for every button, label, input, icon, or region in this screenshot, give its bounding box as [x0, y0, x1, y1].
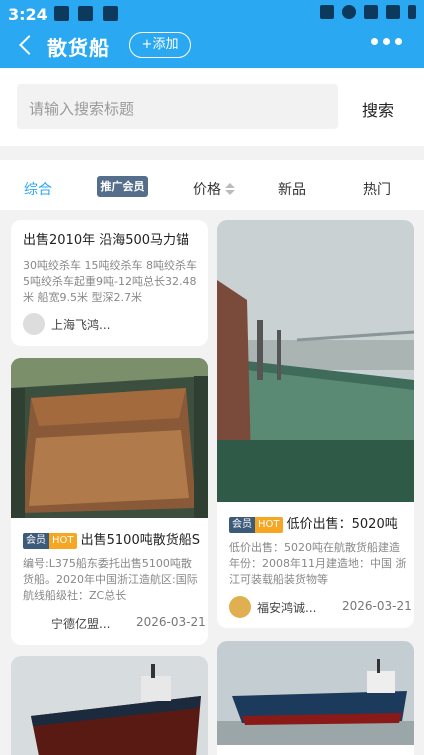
search-input[interactable]: 请输入搜索标题	[17, 84, 338, 129]
ship-photo	[217, 641, 414, 745]
sort-arrows-icon[interactable]	[225, 183, 235, 197]
tab-all[interactable]: 综合	[24, 179, 52, 199]
battery-icon	[408, 5, 416, 19]
app-header: 3:24 散货船 +添加	[0, 0, 424, 68]
listing-card[interactable]: 会员 HOT 低价出售：5020吨 低价出售：5020吨在航散货船建造年份：200…	[217, 220, 414, 628]
avatar	[23, 611, 45, 633]
listing-card[interactable]	[11, 656, 208, 755]
listing-description: 低价出售：5020吨在航散货船建造年份：2008年11月建造地：中国 浙江可装载…	[229, 541, 407, 586]
listing-title: 出售5100吨散货船S	[80, 533, 200, 548]
listing-card[interactable]: 会员 HOT 出售5100吨散货船S 编号:L375船东委托出售5100吨散货船。…	[11, 358, 208, 645]
notification-icon	[54, 6, 69, 21]
listing-date: 2026-03-21	[342, 599, 412, 613]
status-bar: 3:24	[0, 0, 424, 28]
tab-hot[interactable]: 热门	[363, 179, 391, 199]
location-icon	[342, 5, 356, 19]
avatar	[23, 313, 45, 335]
listing-title-row: 会员 HOT 出售5100吨散货船S	[23, 529, 208, 549]
search-bar: 请输入搜索标题 搜索	[0, 68, 424, 146]
ship-photo	[11, 656, 208, 755]
search-button[interactable]: 搜索	[362, 97, 394, 121]
filter-tabs: 综合 价格 新品 热门	[0, 160, 424, 210]
briefcase-icon	[320, 5, 334, 19]
nav-bar: 散货船 +添加	[0, 28, 424, 68]
status-icons	[320, 5, 416, 19]
hot-badge: HOT	[49, 532, 77, 549]
ship-photo	[217, 220, 414, 502]
back-arrow-icon[interactable]	[16, 34, 36, 58]
listing-title-row: 会员 HOT 低价出售：5020吨	[229, 513, 414, 533]
company-name: 上海飞鸿...	[51, 318, 111, 332]
tab-price[interactable]: 价格	[193, 179, 221, 199]
tab-promo-member[interactable]: 推广会员	[97, 176, 148, 197]
status-time: 3:24	[8, 5, 48, 24]
tab-new[interactable]: 新品	[278, 179, 306, 199]
more-options-icon[interactable]	[371, 38, 402, 45]
wifi-icon	[364, 5, 378, 19]
notification-icon	[103, 6, 118, 21]
listing-card[interactable]	[217, 641, 414, 755]
ship-photo	[11, 358, 208, 518]
signal-icon	[386, 5, 400, 19]
listing-description: 编号:L375船东委托出售5100吨散货船。2020年中国浙江造航区:国际航线船…	[23, 557, 198, 602]
avatar	[229, 596, 251, 618]
listing-date: 2026-03-21	[136, 615, 206, 629]
company-name: 宁德亿盟...	[51, 617, 111, 631]
notification-icon	[78, 6, 93, 21]
add-button[interactable]: +添加	[129, 32, 191, 58]
listing-description: 30吨绞杀车 15吨绞杀车 8吨绞杀车 5吨绞杀车起重9吨-12吨总长32.48…	[23, 259, 197, 302]
vip-badge: 会员	[23, 532, 49, 549]
company-name: 福安鸿诚...	[257, 601, 317, 615]
listing-title: 出售2010年 沿海500马力锚	[23, 233, 190, 248]
listing-title: 低价出售：5020吨	[286, 517, 398, 532]
hot-badge: HOT	[255, 516, 283, 533]
listing-card[interactable]: 出售2010年 沿海500马力锚 30吨绞杀车 15吨绞杀车 8吨绞杀车 5吨绞…	[11, 220, 208, 346]
vip-badge: 会员	[229, 516, 255, 533]
page-title: 散货船	[47, 36, 110, 60]
